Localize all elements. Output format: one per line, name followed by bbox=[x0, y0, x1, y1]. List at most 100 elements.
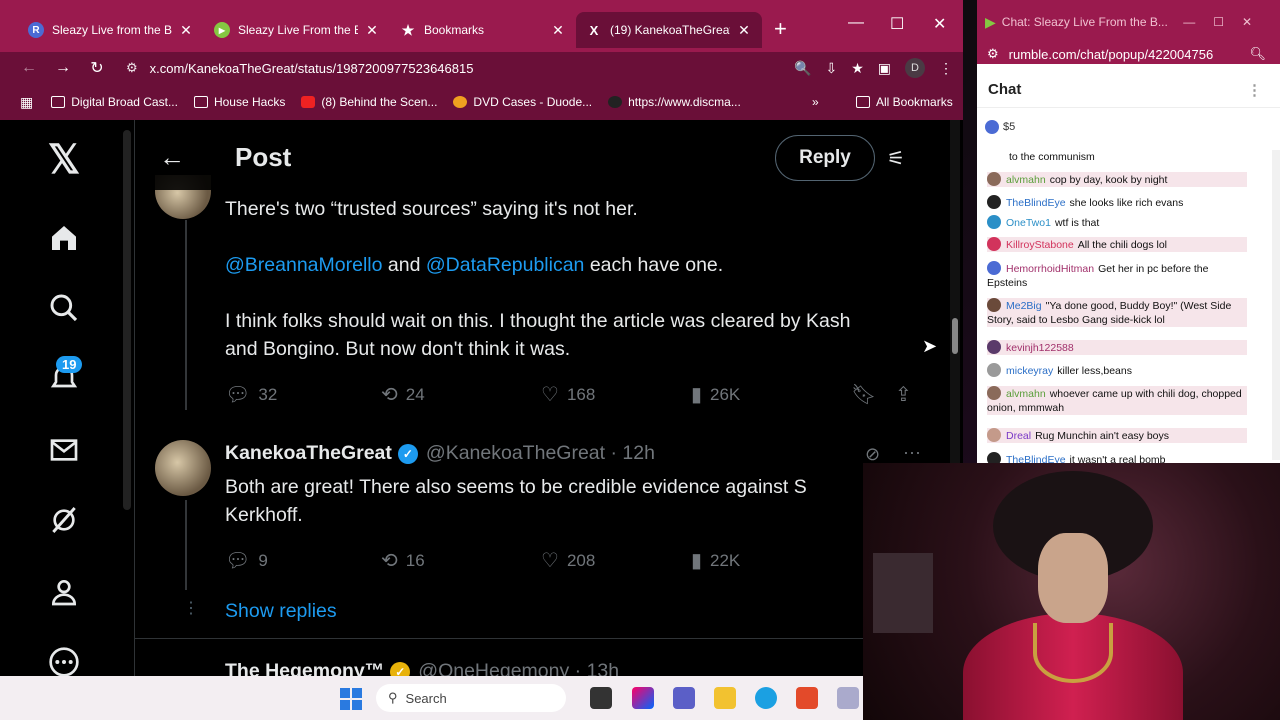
taskbar: ⚲ Search bbox=[0, 676, 863, 720]
avatar bbox=[987, 452, 1001, 463]
bookmark-star-icon[interactable]: ★ bbox=[851, 60, 864, 77]
url-field[interactable]: ⚙ x.com/KanekoaTheGreat/status/198720097… bbox=[126, 52, 826, 84]
copilot-icon[interactable] bbox=[632, 687, 654, 709]
avatar bbox=[987, 172, 1001, 186]
filter-sliders-icon[interactable]: ⚟ bbox=[887, 146, 905, 171]
zoom-icon[interactable]: 🔍︎ bbox=[1249, 46, 1266, 62]
grok-icon[interactable]: ⊘ bbox=[865, 444, 880, 465]
scroll-thumb[interactable] bbox=[952, 318, 958, 354]
rant-avatar bbox=[985, 120, 999, 134]
tab-bookmarks[interactable]: ★ Bookmarks ✕ bbox=[390, 12, 576, 48]
apps-grid-icon[interactable]: ▦ bbox=[20, 94, 33, 111]
office-icon[interactable] bbox=[796, 687, 818, 709]
file-explorer-icon[interactable] bbox=[714, 687, 736, 709]
taskbar-search[interactable]: ⚲ Search bbox=[376, 684, 566, 712]
task-view-icon[interactable] bbox=[590, 687, 612, 709]
youtube-icon bbox=[301, 96, 316, 108]
more-bookmarks-icon[interactable]: » bbox=[812, 95, 819, 109]
shop-icon bbox=[453, 96, 468, 108]
avatar bbox=[987, 386, 1001, 400]
post-author[interactable]: KanekoaTheGreat ✓ @KanekoaTheGreat · 12h bbox=[225, 442, 655, 465]
windows-start-icon[interactable] bbox=[340, 688, 362, 710]
bookmark-behind-scenes[interactable]: (8) Behind the Scen... bbox=[301, 95, 437, 109]
x-logo-icon[interactable]: 𝕏 bbox=[44, 138, 84, 182]
reply-button[interactable]: Reply bbox=[775, 135, 875, 181]
edge-icon[interactable] bbox=[755, 687, 777, 709]
profile-icon[interactable] bbox=[44, 572, 84, 612]
extensions-icon[interactable]: ▣ bbox=[878, 60, 891, 77]
more-options-icon[interactable]: ··· bbox=[903, 442, 921, 463]
forward-icon[interactable]: → bbox=[46, 59, 80, 77]
close-tab-icon[interactable]: ✕ bbox=[178, 22, 194, 39]
chat-header: Chat ⋮ bbox=[977, 72, 1280, 108]
like-action[interactable]: ♡ 208 bbox=[541, 548, 691, 573]
url-text: x.com/KanekoaTheGreat/status/19872009775… bbox=[149, 60, 474, 76]
repost-action[interactable]: ⟲ 16 bbox=[381, 548, 541, 573]
profile-avatar[interactable]: D bbox=[905, 58, 925, 78]
teams-icon[interactable] bbox=[673, 687, 695, 709]
post-text-line: Kerkhoff. bbox=[225, 504, 303, 526]
bookmark-house-hacks[interactable]: House Hacks bbox=[193, 95, 285, 109]
reply-action[interactable]: 💬︎ 9 bbox=[225, 548, 381, 573]
minimize-icon[interactable]: — bbox=[848, 14, 864, 32]
search-icon[interactable] bbox=[44, 288, 84, 328]
bookmark-digital-broadcast[interactable]: Digital Broad Cast... bbox=[51, 95, 178, 109]
show-replies-link[interactable]: Show replies bbox=[225, 600, 337, 623]
bookmark-discma[interactable]: https://www.discma... bbox=[608, 95, 741, 109]
back-arrow-icon[interactable]: ← bbox=[159, 142, 185, 173]
reload-icon[interactable]: ↻ bbox=[80, 58, 114, 78]
avatar bbox=[987, 428, 1001, 442]
chat-message: KillroyStabone All the chili dogs lol bbox=[987, 237, 1247, 252]
tab-title: Bookmarks bbox=[424, 23, 485, 37]
left-scrollbar[interactable] bbox=[123, 130, 131, 510]
menu-icon[interactable]: ⋮ bbox=[939, 60, 953, 77]
desktop: R Sleazy Live from the Bu ✕ ▶ Sleazy Liv… bbox=[0, 0, 1280, 720]
zoom-icon[interactable]: 🔍 bbox=[794, 60, 811, 77]
like-action[interactable]: ♡ 168 bbox=[541, 382, 691, 407]
maximize-icon[interactable]: ☐ bbox=[890, 14, 904, 34]
back-icon[interactable]: ← bbox=[12, 59, 46, 77]
mention-link[interactable]: @BreannaMorello bbox=[225, 254, 382, 276]
tab-rumble-2[interactable]: ▶ Sleazy Live From the Bu ✕ bbox=[204, 12, 390, 48]
all-bookmarks[interactable]: All Bookmarks bbox=[856, 95, 953, 109]
close-tab-icon[interactable]: ✕ bbox=[364, 22, 380, 39]
site-info-icon[interactable]: ⚙ bbox=[126, 60, 138, 76]
new-tab-icon[interactable]: + bbox=[774, 16, 787, 42]
search-icon: ⚲ bbox=[388, 690, 398, 705]
views-action[interactable]: ▮ 26K bbox=[691, 382, 851, 407]
grok-icon[interactable] bbox=[44, 500, 84, 540]
install-icon[interactable]: ⇩ bbox=[825, 60, 837, 77]
chat-menu-icon[interactable]: ⋮ bbox=[1247, 81, 1262, 99]
repost-icon: ⟲ bbox=[381, 384, 398, 406]
repost-action[interactable]: ⟲ 24 bbox=[381, 382, 541, 407]
bookmark-action[interactable]: 🔖︎ bbox=[851, 382, 895, 407]
reply-action[interactable]: 💬︎ 32 bbox=[225, 382, 381, 407]
mention-link[interactable]: @DataRepublican bbox=[426, 254, 585, 276]
post-actions: 💬︎ 32 ⟲ 24 ♡ 168 ▮ 26K 🔖︎ ⇪ bbox=[225, 382, 920, 407]
views-action[interactable]: ▮ 22K bbox=[691, 548, 851, 573]
post-text-line: and Bongino. But now don't think it was. bbox=[225, 338, 571, 360]
reply-icon: 💬︎ bbox=[225, 384, 251, 406]
bookmark-dvd-cases[interactable]: DVD Cases - Duode... bbox=[453, 95, 592, 109]
tab-x-post[interactable]: X (19) KanekoaTheGreat ✕ bbox=[576, 12, 762, 48]
app-icon[interactable] bbox=[837, 687, 859, 709]
tab-rumble-1[interactable]: R Sleazy Live from the Bu ✕ bbox=[18, 12, 204, 48]
chat-message: alvmahn whoever came up with chili dog, c… bbox=[987, 386, 1247, 415]
chat-scrollbar[interactable] bbox=[1272, 150, 1280, 460]
share-action[interactable]: ⇪ bbox=[895, 382, 920, 407]
avatar[interactable] bbox=[155, 440, 211, 496]
chat-message: OneTwo1 wtf is that bbox=[987, 215, 1247, 230]
close-window-icon[interactable]: ✕ bbox=[933, 14, 946, 34]
close-tab-icon[interactable]: ✕ bbox=[550, 22, 566, 39]
window-controls-icon[interactable]: —☐✕ bbox=[1183, 15, 1270, 29]
folder-icon bbox=[856, 96, 870, 108]
site-info-icon[interactable]: ⚙ bbox=[987, 46, 999, 62]
more-icon[interactable] bbox=[44, 642, 84, 680]
divider bbox=[135, 638, 947, 639]
close-tab-icon[interactable]: ✕ bbox=[736, 22, 752, 39]
messages-icon[interactable] bbox=[44, 430, 84, 470]
share-icon: ⇪ bbox=[895, 384, 912, 406]
rumble-icon: ▶ bbox=[985, 13, 996, 30]
home-icon[interactable] bbox=[44, 218, 84, 258]
views-icon: ▮ bbox=[691, 550, 703, 572]
